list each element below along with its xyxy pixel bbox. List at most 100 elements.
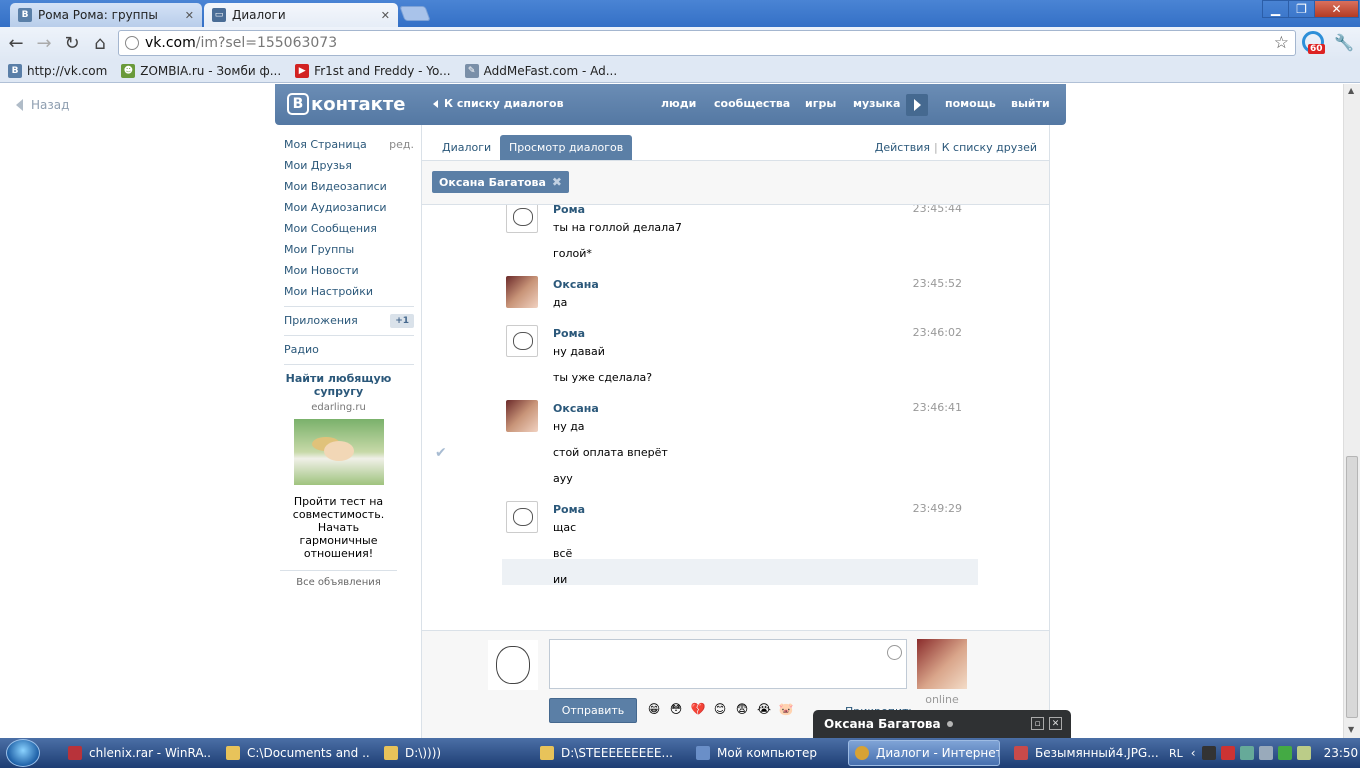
message-input[interactable] [549, 639, 907, 689]
window-close-button[interactable]: ✕ [1314, 0, 1359, 18]
back-link[interactable]: Назад [16, 98, 69, 112]
bookmark-vk[interactable]: B http://vk.com [8, 64, 107, 78]
nav-people[interactable]: люди [661, 97, 696, 110]
clock[interactable]: 23:50 [1324, 746, 1359, 760]
taskbar-item-documents[interactable]: C:\Documents and ... [220, 740, 370, 766]
avatar[interactable] [506, 501, 538, 533]
tray-expand-icon[interactable]: ‹ [1191, 746, 1196, 760]
smiley-flushed-icon[interactable]: 😳 [668, 701, 684, 717]
scroll-thumb[interactable] [1346, 456, 1358, 718]
taskbar-item-my-computer[interactable]: Мой компьютер [690, 740, 840, 766]
smiley-cry-icon[interactable]: 😭 [756, 701, 772, 717]
tab-dialogs[interactable]: Диалоги [433, 135, 500, 160]
bookmark-youtube[interactable]: ▶ Fr1st and Freddy - Yo... [295, 64, 451, 78]
smiley-grin-icon[interactable]: 😁 [646, 701, 662, 717]
sidebar-item-friends[interactable]: Мои Друзья [284, 155, 414, 176]
volume-icon[interactable] [1296, 746, 1311, 760]
taskbar-item-steam-folder[interactable]: D:\STEEEEEEEEE... [534, 740, 684, 766]
maximize-button[interactable]: ❐ [1288, 0, 1315, 18]
tab-view-dialogs[interactable]: Просмотр диалогов [500, 135, 633, 160]
tab-title: Диалоги [232, 8, 286, 22]
message-author[interactable]: Рома [553, 327, 585, 340]
steam-icon[interactable] [1239, 746, 1254, 760]
avatar[interactable] [506, 276, 538, 308]
taskbar-item-browser[interactable]: Диалоги - Интернет [848, 740, 1000, 766]
popup-expand-icon[interactable]: ▫ [1031, 717, 1044, 730]
ad-block[interactable]: Найти любящую супругу edarling.ru Пройти… [280, 372, 397, 588]
peer-avatar[interactable] [917, 639, 967, 689]
chat-popup[interactable]: Оксана Багатова ▫ ✕ [813, 710, 1071, 738]
tray-app-icon[interactable] [1220, 746, 1235, 760]
nav-logout[interactable]: выйти [1011, 97, 1050, 110]
edit-link[interactable]: ред. [389, 138, 414, 151]
sidebar-item-apps[interactable]: Приложения +1 [284, 310, 414, 331]
music-play-button[interactable] [906, 94, 928, 116]
broken-heart-icon[interactable]: 💔 [690, 701, 706, 717]
remove-recipient-icon[interactable]: ✖ [552, 175, 562, 189]
avatar[interactable] [506, 205, 538, 233]
nav-help[interactable]: помощь [945, 97, 996, 110]
nav-music[interactable]: музыка [853, 97, 900, 110]
page-scrollbar[interactable]: ▲ ▼ [1343, 84, 1360, 738]
taskbar-item-folder-d[interactable]: D:\)))) [378, 740, 528, 766]
back-arrow-icon[interactable]: ← [6, 33, 26, 54]
address-bar[interactable]: vk.com/im?sel=155063073 ☆ [118, 30, 1296, 56]
message-author[interactable]: Рома [553, 503, 585, 516]
message-author[interactable]: Оксана [553, 402, 599, 415]
bookmark-addmefast[interactable]: ✎ AddMeFast.com - Ad... [464, 64, 617, 78]
send-button[interactable]: Отправить [549, 698, 637, 723]
nav-games[interactable]: игры [805, 97, 836, 110]
smiley-icon[interactable] [887, 645, 902, 660]
sidebar-item-my-page[interactable]: Моя Страница ред. [284, 134, 414, 155]
tray-app-icon[interactable] [1201, 746, 1216, 760]
smiley-fear-icon[interactable]: 😨 [734, 701, 750, 717]
taskbar-item-image[interactable]: Безымянный4.JPG... [1008, 740, 1158, 766]
apps-count-badge[interactable]: +1 [390, 313, 414, 328]
message-author[interactable]: Оксана [553, 278, 599, 291]
avatar[interactable] [506, 400, 538, 432]
ad-image[interactable] [293, 419, 384, 485]
vk-logo[interactable]: В контакте [287, 93, 405, 115]
sidebar-item-news[interactable]: Мои Новости [284, 260, 414, 281]
forward-arrow-icon[interactable]: → [34, 33, 54, 54]
sidebar-item-radio[interactable]: Радио [284, 339, 414, 360]
ad-title[interactable]: Найти любящую супругу [280, 372, 397, 398]
recipient-chip[interactable]: Оксана Багатова ✖ [432, 171, 569, 193]
back-to-dialogs-link[interactable]: К списку диалогов [433, 97, 564, 110]
actions-link[interactable]: Действия [875, 141, 930, 154]
network-icon[interactable] [1258, 746, 1273, 760]
taskbar-item-winrar[interactable]: chlenix.rar - WinRA... [62, 740, 212, 766]
popup-close-icon[interactable]: ✕ [1049, 717, 1062, 730]
checkmark-icon[interactable]: ✔ [435, 445, 447, 461]
scroll-up-icon[interactable]: ▲ [1348, 86, 1354, 95]
sidebar-item-messages[interactable]: Мои Сообщения [284, 218, 414, 239]
sidebar-item-settings[interactable]: Мои Настройки [284, 281, 414, 302]
pig-icon[interactable]: 🐷 [778, 701, 794, 717]
nav-communities[interactable]: сообщества [714, 97, 790, 110]
my-avatar[interactable] [488, 640, 538, 690]
scroll-down-icon[interactable]: ▼ [1348, 725, 1354, 734]
all-ads-link[interactable]: Все объявления [280, 577, 397, 588]
browser-tab-dialogs[interactable]: ▭ Диалоги ✕ [204, 3, 398, 27]
wrench-icon[interactable]: 🔧 [1334, 33, 1354, 52]
smiley-blush-icon[interactable]: 😊 [712, 701, 728, 717]
bookmark-zombia[interactable]: ☻ ZOMBIA.ru - Зомби ф... [121, 64, 281, 78]
avatar[interactable] [506, 325, 538, 357]
minimize-button[interactable]: ▁ [1262, 0, 1289, 18]
close-icon[interactable]: ✕ [185, 9, 194, 22]
message-author[interactable]: Рома [553, 205, 585, 216]
start-button[interactable] [6, 739, 40, 767]
reload-icon[interactable]: ↻ [62, 33, 82, 54]
bookmark-star-icon[interactable]: ☆ [1274, 33, 1289, 53]
sidebar-item-videos[interactable]: Мои Видеозаписи [284, 176, 414, 197]
new-tab-button[interactable] [399, 6, 431, 21]
close-icon[interactable]: ✕ [381, 9, 390, 22]
language-indicator[interactable]: RL [1169, 747, 1183, 760]
sidebar-item-label: Мои Новости [284, 264, 359, 277]
browser-tab-groups[interactable]: B Рома Рома: группы ✕ [10, 3, 202, 27]
friends-list-link[interactable]: К списку друзей [942, 141, 1037, 154]
antivirus-icon[interactable] [1277, 746, 1292, 760]
sidebar-item-audio[interactable]: Мои Аудиозаписи [284, 197, 414, 218]
home-icon[interactable]: ⌂ [90, 33, 110, 54]
sidebar-item-groups[interactable]: Мои Группы [284, 239, 414, 260]
